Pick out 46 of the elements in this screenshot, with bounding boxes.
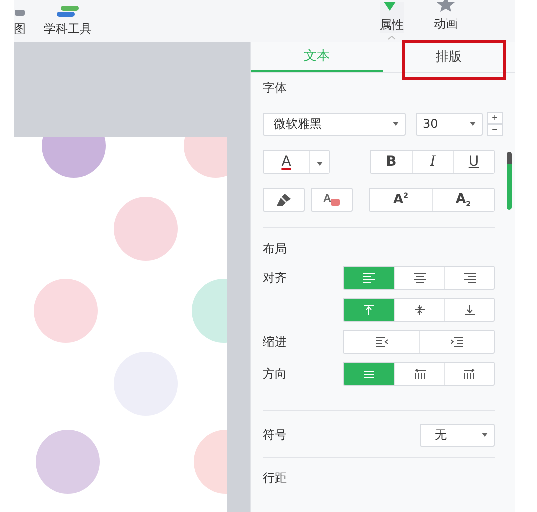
eraser-icon [331,199,340,206]
color-dropdown-button[interactable] [309,151,329,173]
field-label: 符号 [263,426,287,444]
segment-button[interactable] [444,299,494,321]
align-center-icon [414,273,426,283]
toolbar-item[interactable]: 学科工具 [44,6,92,38]
brush-icon [277,194,291,206]
text-style-button[interactable]: U [453,151,494,173]
decrease-button[interactable]: − [487,124,503,136]
align-middle-icon [414,305,426,315]
format-painter-button[interactable] [263,188,305,212]
font-size-dropdown[interactable]: 30 [416,112,483,136]
toolbar-item[interactable]: 动画 [434,0,458,33]
caret-icon [393,122,399,126]
align-left-icon [363,273,375,283]
panel-tab[interactable]: 排版 [383,42,515,72]
vertical-text-icon [464,369,476,379]
section-title: 布局 [263,241,288,258]
segment-button[interactable] [444,363,494,385]
toolbar-item[interactable]: 图 [14,6,26,38]
books-icon [57,6,79,17]
chevron-up-icon [388,36,396,40]
symbol-dropdown[interactable]: 无 [420,424,495,446]
vertical-text-icon [414,369,426,379]
indent-increase-icon [451,337,463,347]
clear-format-button[interactable]: A [311,188,353,212]
field-label: 行距 [263,470,287,487]
align-right-icon [464,273,476,283]
caret-icon [482,433,488,437]
script-button[interactable]: A$_{2}$ [432,189,494,211]
section-title: 字体 [263,80,288,97]
increase-button[interactable]: + [487,112,503,124]
field-label: 缩进 [263,334,287,350]
indent-decrease-icon [376,337,388,347]
segment-button[interactable] [419,331,494,353]
align-bottom-icon [464,305,476,315]
align-top-icon [363,305,375,315]
font-dropdown[interactable]: 微软雅黑 [263,112,406,136]
scrollbar-thumb[interactable] [507,152,512,210]
field-label: 方向 [263,366,287,382]
star-icon [435,0,457,12]
segment-button[interactable] [444,267,494,289]
horizontal-text-icon [363,369,375,379]
caret-icon [470,122,476,126]
field-label: 对齐 [263,270,287,286]
caret-icon [316,162,322,166]
